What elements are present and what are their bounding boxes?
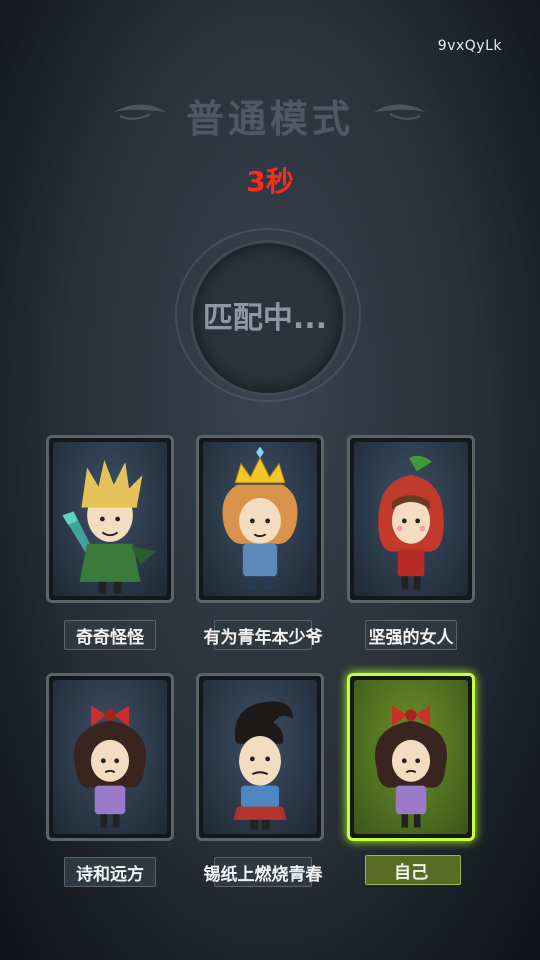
player-card-4[interactable] [46,673,174,841]
player-name-self: 自己 [347,855,475,885]
room-code: 9vxQyLk [437,38,502,54]
player-card-2[interactable] [196,435,324,603]
matching-status: 匹配中... [202,301,328,336]
bow-girl-avatar [374,705,448,828]
pompadour-man-avatar [233,701,293,830]
player-card-self[interactable] [347,673,475,841]
player-name-5: 锡纸上燃烧青春 [196,857,330,887]
player-card-5[interactable] [196,673,324,841]
red-hood-girl-avatar [378,455,444,590]
mode-title: 普通模式 [185,96,354,141]
bow-girl-avatar [73,705,147,828]
blonde-swordsman-avatar [62,459,156,594]
countdown-timer: 3秒 [246,165,294,198]
player-card-1[interactable] [46,435,174,603]
player-name-4: 诗和远方 [46,857,174,887]
player-name-3: 坚强的女人 [347,620,475,650]
player-card-3[interactable] [347,435,475,603]
crowned-boy-avatar [222,446,298,590]
player-name-1: 奇奇怪怪 [46,620,174,650]
title-flourish-right [374,104,426,120]
player-name-2: 有为青年本少爷 [196,620,330,650]
